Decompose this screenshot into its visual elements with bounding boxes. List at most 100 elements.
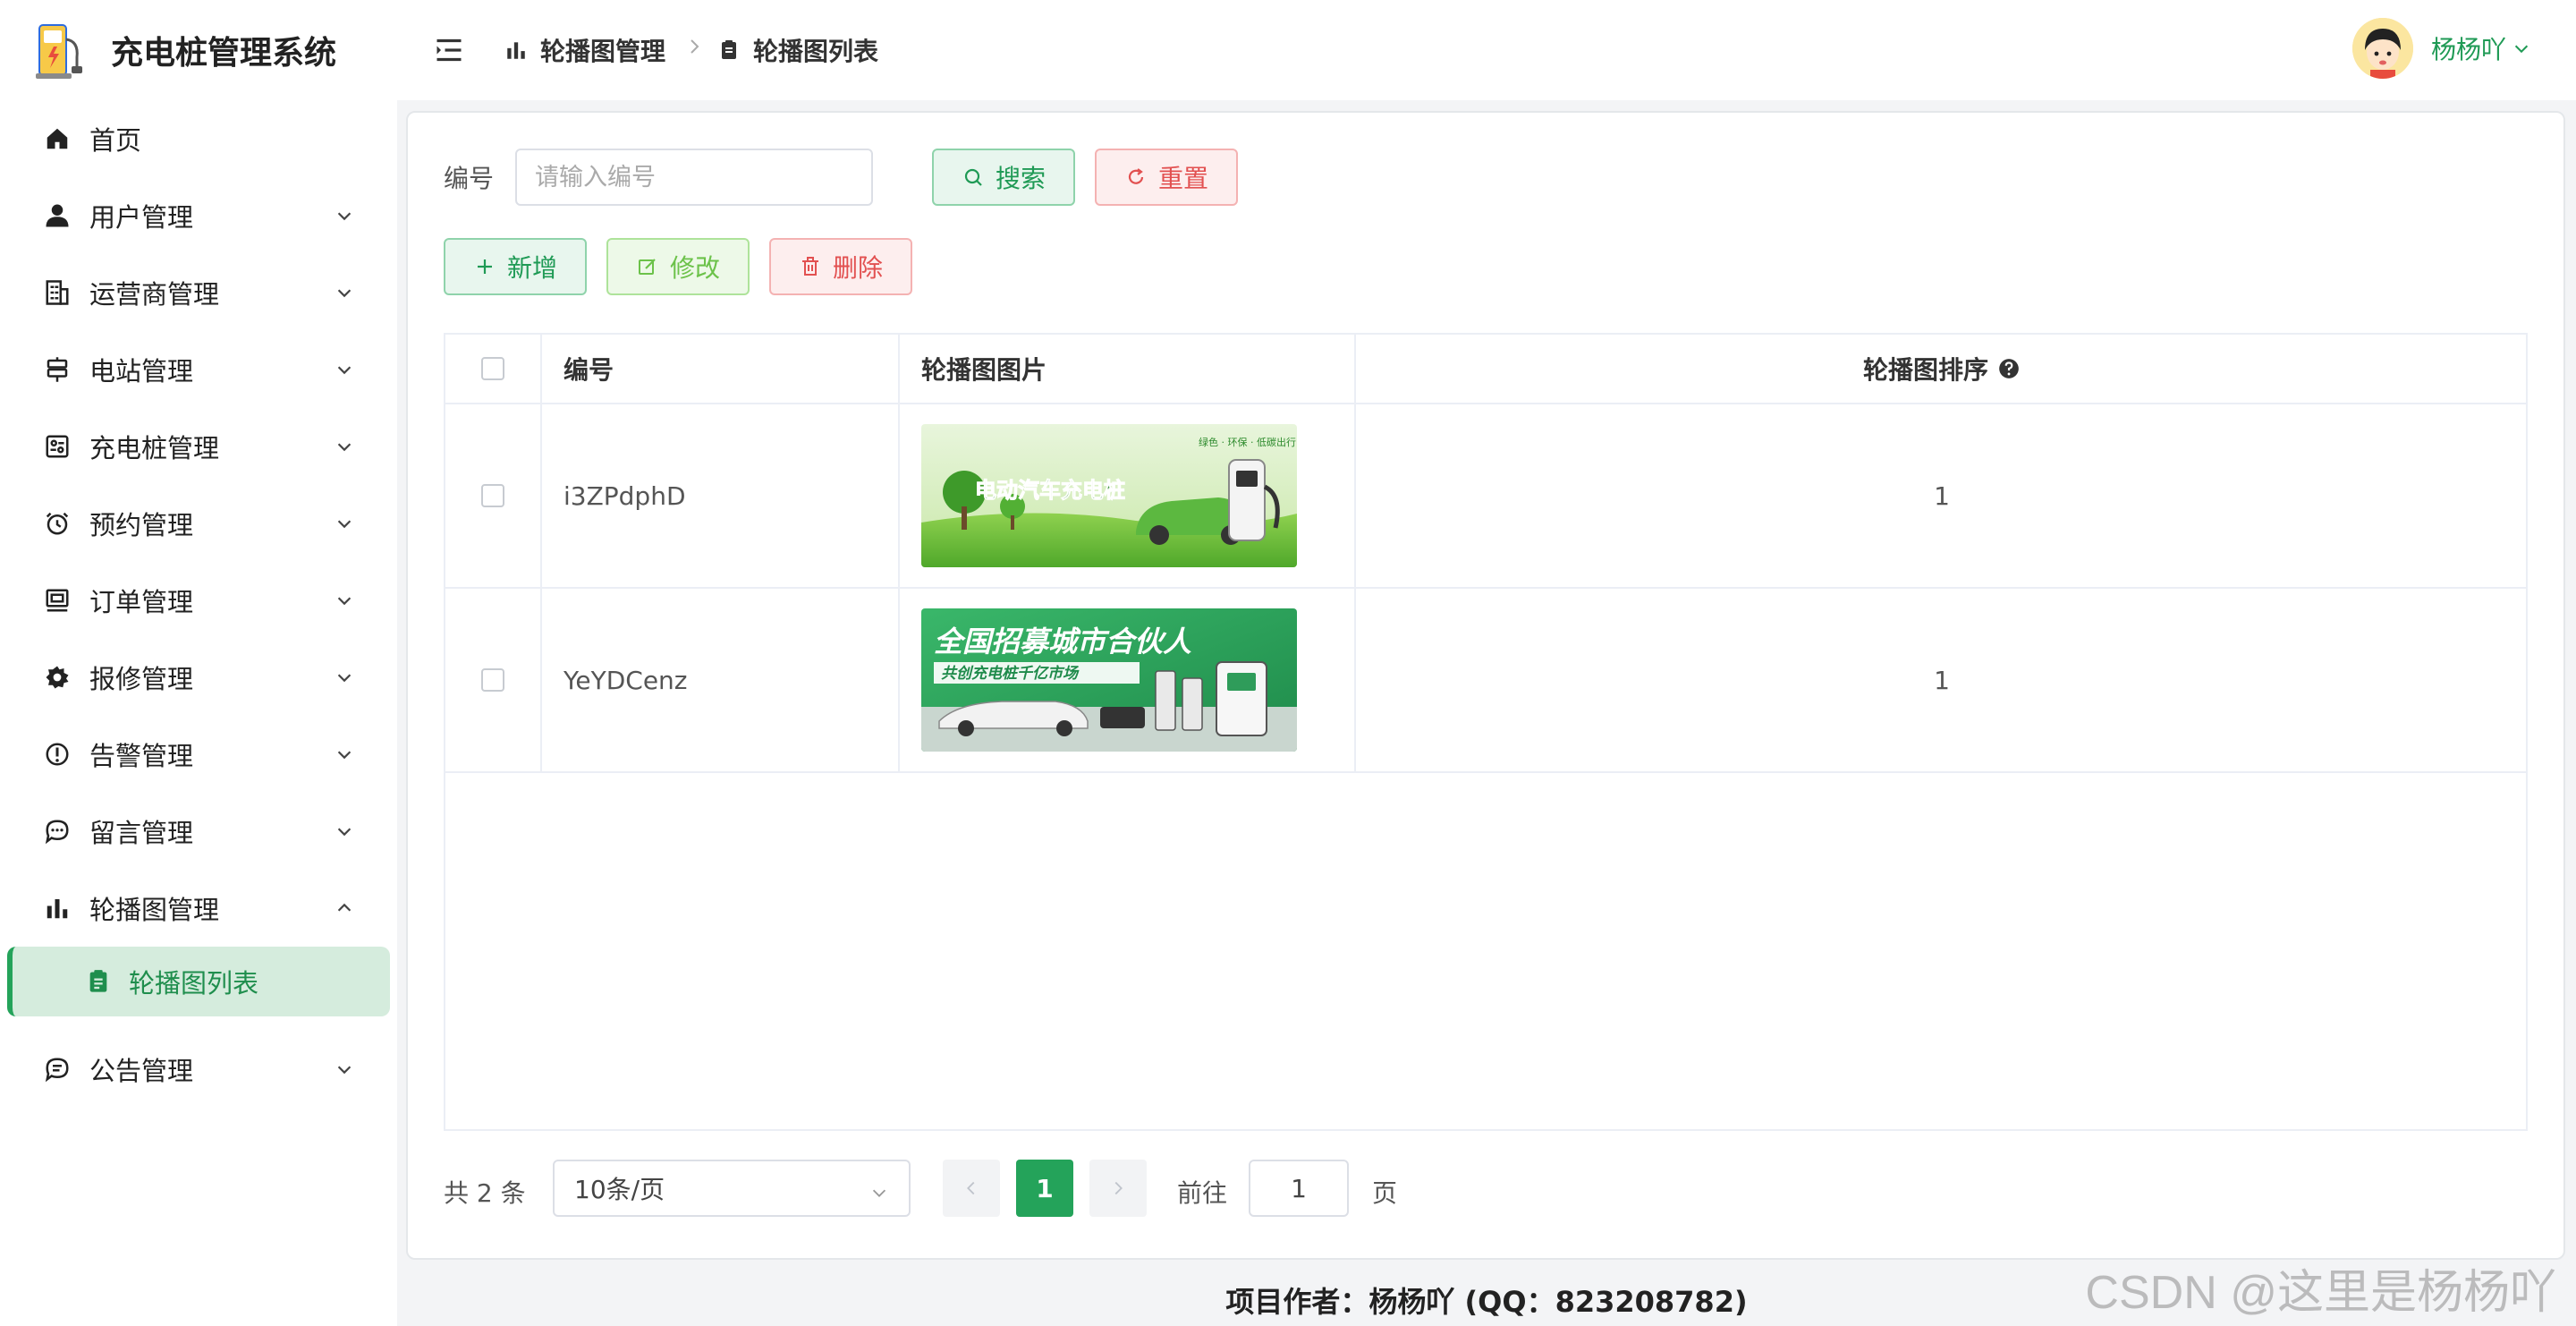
edit-button[interactable]: 修改 xyxy=(606,238,750,295)
row-id: i3ZPdphD xyxy=(542,404,900,587)
breadcrumb-label: 轮播图列表 xyxy=(753,37,879,66)
avatar xyxy=(2351,18,2413,79)
gear-icon xyxy=(41,661,73,693)
sidebar-subitem-label: 轮播图列表 xyxy=(129,968,259,999)
chevron-down-icon xyxy=(333,435,356,458)
bar-chart-icon xyxy=(41,892,73,924)
header-checkbox-cell xyxy=(445,335,542,403)
username: 杨杨吖 xyxy=(2430,35,2506,64)
row-checkbox[interactable] xyxy=(481,668,504,692)
row-sort: 1 xyxy=(1934,665,1950,695)
sidebar-item-label: 公告管理 xyxy=(89,1056,194,1086)
building-icon xyxy=(41,276,73,309)
sidebar-subitem-carousel-list[interactable]: 轮播图列表 xyxy=(7,947,390,1016)
sidebar-item-label: 充电桩管理 xyxy=(89,433,220,463)
sidebar-item-orders[interactable]: 订单管理 xyxy=(0,562,397,639)
chevron-down-icon xyxy=(333,743,356,766)
sidebar-item-alerts[interactable]: 告警管理 xyxy=(0,716,397,793)
row-image-cell: 电动汽车充电桩 绿色 · 环保 · 低碳出行 xyxy=(900,404,1356,587)
notice-icon xyxy=(41,1053,73,1085)
order-icon xyxy=(41,584,73,616)
sidebar-item-label: 预约管理 xyxy=(89,510,194,540)
sidebar-item-users[interactable]: 用户管理 xyxy=(0,177,397,254)
search-button-label: 搜索 xyxy=(995,164,1046,193)
goto-page-input[interactable] xyxy=(1249,1160,1349,1217)
chevron-up-icon xyxy=(333,897,356,920)
brand: 充电桩管理系统 xyxy=(0,0,397,100)
table-row[interactable]: i3ZPdphD 电动汽车充电桩 绿色 · 环保 · 低碳出行 1 xyxy=(445,404,2526,589)
sidebar-item-notices[interactable]: 公告管理 xyxy=(0,1031,397,1108)
chevron-down-icon xyxy=(333,820,356,843)
sidebar-item-carousel[interactable]: 轮播图管理 xyxy=(0,870,397,947)
sidebar-item-label: 订单管理 xyxy=(89,587,194,617)
menu-toggle-icon[interactable] xyxy=(433,34,465,66)
select-all-checkbox[interactable] xyxy=(481,357,504,380)
sidebar-item-repairs[interactable]: 报修管理 xyxy=(0,639,397,716)
content-card: 编号 搜索 重置 新增 修改 删除 编号 轮播图图片 轮播图排序 i xyxy=(406,111,2565,1260)
warning-icon xyxy=(41,738,73,770)
column-header-sort: 轮播图排序 xyxy=(1356,335,2528,403)
column-header-sort-label: 轮播图排序 xyxy=(1862,355,1988,385)
clipboard-icon xyxy=(84,967,113,996)
sidebar-item-label: 告警管理 xyxy=(89,741,194,771)
watermark: CSDN @这里是杨杨吖 xyxy=(2085,1267,2556,1319)
refresh-icon xyxy=(1124,166,1148,189)
total-count: 共 2 条 xyxy=(444,1178,526,1208)
add-button-label: 新增 xyxy=(506,253,557,283)
home-icon xyxy=(41,123,73,155)
sidebar-item-label: 留言管理 xyxy=(89,818,194,848)
row-checkbox-cell xyxy=(445,589,542,771)
chevron-down-icon xyxy=(869,1179,889,1199)
carousel-image-partner-recruit[interactable]: 全国招募城市合伙人 共创充电桩千亿市场 xyxy=(921,608,1297,752)
row-checkbox-cell xyxy=(445,404,542,587)
breadcrumb-label: 轮播图管理 xyxy=(540,37,666,66)
chevron-down-icon xyxy=(333,1058,356,1081)
clipboard-icon xyxy=(716,37,742,64)
row-id: YeYDCenz xyxy=(542,589,900,771)
sidebar-item-label: 报修管理 xyxy=(89,664,194,694)
carousel-image-green-ev[interactable]: 电动汽车充电桩 绿色 · 环保 · 低碳出行 xyxy=(921,424,1297,567)
filter-label: 编号 xyxy=(444,164,495,193)
bar-chart-icon xyxy=(503,37,530,64)
reset-button[interactable]: 重置 xyxy=(1095,149,1238,206)
chevron-down-icon xyxy=(333,281,356,304)
chevron-down-icon xyxy=(333,358,356,381)
message-icon xyxy=(41,815,73,847)
column-header-id: 编号 xyxy=(542,335,900,403)
sidebar-item-home[interactable]: 首页 xyxy=(0,100,397,177)
sidebar-item-chargers[interactable]: 充电桩管理 xyxy=(0,408,397,485)
search-icon xyxy=(962,166,985,189)
add-button[interactable]: 新增 xyxy=(444,238,587,295)
pagination: 共 2 条 10条/页 1 前往 页 xyxy=(444,1160,1517,1217)
breadcrumb-item-carousel[interactable]: 轮播图管理 xyxy=(503,32,665,68)
table-row[interactable]: YeYDCenz 全国招募城市合伙人 共创充电桩千亿市场 1 xyxy=(445,589,2526,773)
alarm-clock-icon xyxy=(41,507,73,540)
page-number-button[interactable]: 1 xyxy=(1016,1160,1073,1217)
next-page-button[interactable] xyxy=(1089,1160,1147,1217)
image-caption: 全国招募城市合伙人 xyxy=(934,625,1191,659)
chevron-down-icon xyxy=(333,512,356,535)
sidebar-item-operators[interactable]: 运营商管理 xyxy=(0,254,397,331)
sidebar-item-label: 首页 xyxy=(89,125,142,156)
delete-button[interactable]: 删除 xyxy=(769,238,912,295)
page-size-value: 10条/页 xyxy=(574,1175,665,1204)
breadcrumb-item-carousel-list: 轮播图列表 xyxy=(716,32,878,68)
id-search-input[interactable] xyxy=(515,149,873,206)
question-circle-icon[interactable] xyxy=(1997,357,2021,380)
sidebar-item-messages[interactable]: 留言管理 xyxy=(0,793,397,870)
row-image-cell: 全国招募城市合伙人 共创充电桩千亿市场 xyxy=(900,589,1356,771)
row-checkbox[interactable] xyxy=(481,484,504,507)
prev-page-button[interactable] xyxy=(943,1160,1000,1217)
chevron-right-icon xyxy=(1114,1181,1123,1195)
image-tagline: 绿色 · 环保 · 低碳出行 xyxy=(1199,436,1296,448)
user-menu[interactable]: 杨杨吖 xyxy=(2351,18,2531,79)
chevron-down-icon xyxy=(333,204,356,227)
user-icon xyxy=(41,200,73,232)
search-button[interactable]: 搜索 xyxy=(932,149,1075,206)
page-unit-label: 页 xyxy=(1372,1178,1398,1208)
goto-label: 前往 xyxy=(1177,1178,1228,1208)
sidebar-item-reservations[interactable]: 预约管理 xyxy=(0,485,397,562)
page-size-select[interactable]: 10条/页 xyxy=(553,1160,911,1217)
sidebar-item-stations[interactable]: 电站管理 xyxy=(0,331,397,408)
sidebar-item-label: 运营商管理 xyxy=(89,279,220,310)
